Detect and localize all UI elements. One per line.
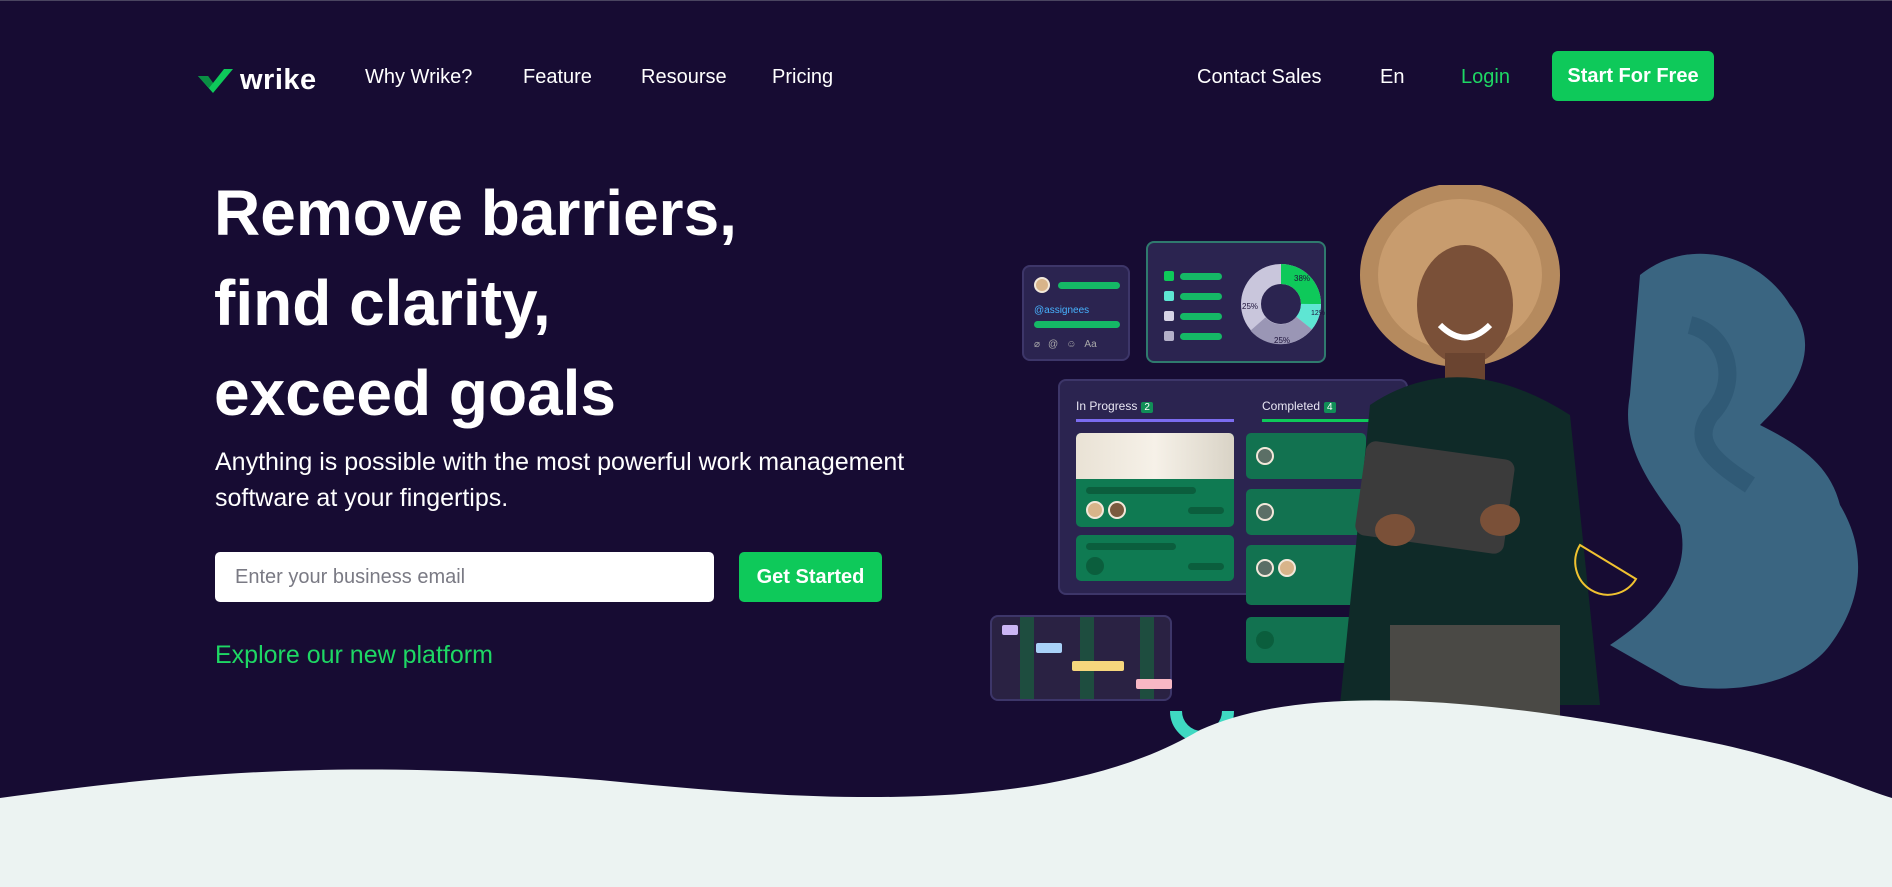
nav-resource[interactable]: Resourse (641, 64, 727, 90)
start-for-free-button[interactable]: Start For Free (1552, 51, 1714, 101)
donut-chart-card: 38% 12% 25% 25% (1146, 241, 1326, 363)
top-navigation: wrike Why Wrike? Feature Resourse Pricin… (0, 0, 1892, 153)
login-link[interactable]: Login (1461, 64, 1510, 90)
person-with-tablet-image (1340, 185, 1600, 730)
nav-why-wrike[interactable]: Why Wrike? (365, 64, 472, 90)
task-card (1076, 433, 1234, 527)
pie-label-25b: 25% (1274, 336, 1290, 345)
column-in-progress: In Progress 2 (1076, 399, 1153, 413)
task-card (1076, 535, 1234, 581)
bottom-wave (0, 700, 1892, 887)
avatar (1034, 277, 1050, 293)
hero-illustration: @assignees ⌀ @ ☺ Aa 38% 12% 25% 25% In P… (970, 185, 1870, 785)
decorative-half-circle (1574, 543, 1638, 596)
business-email-input[interactable] (215, 552, 714, 602)
comment-card: @assignees ⌀ @ ☺ Aa (1022, 265, 1130, 361)
wrike-check-icon (198, 68, 233, 93)
hero-title: Remove barriers, find clarity, exceed go… (214, 168, 974, 438)
language-selector[interactable]: En (1380, 64, 1404, 90)
nav-pricing[interactable]: Pricing (772, 64, 833, 90)
wrike-logo[interactable]: wrike (196, 64, 317, 97)
emoji-icon: ☺ (1066, 339, 1077, 350)
nav-feature[interactable]: Feature (523, 64, 592, 90)
assignees-mention: @assignees (1034, 305, 1090, 316)
hero-title-line: Remove barriers, (214, 177, 737, 249)
hero-title-line: exceed goals (214, 357, 616, 429)
mention-icon: @ (1048, 339, 1059, 350)
hero-title-line: find clarity, (214, 267, 551, 339)
logo-text: wrike (240, 64, 317, 96)
comment-toolbar: ⌀ @ ☺ Aa (1034, 339, 1097, 350)
get-started-button[interactable]: Get Started (739, 552, 882, 602)
explore-platform-link[interactable]: Explore our new platform (215, 641, 493, 670)
hero-subtitle: Anything is possible with the most power… (215, 448, 905, 512)
contact-sales-link[interactable]: Contact Sales (1197, 64, 1322, 90)
pie-label-25a: 25% (1242, 302, 1258, 311)
attach-icon: ⌀ (1034, 339, 1041, 350)
text-format-icon: Aa (1084, 339, 1097, 350)
gantt-card (990, 615, 1172, 701)
